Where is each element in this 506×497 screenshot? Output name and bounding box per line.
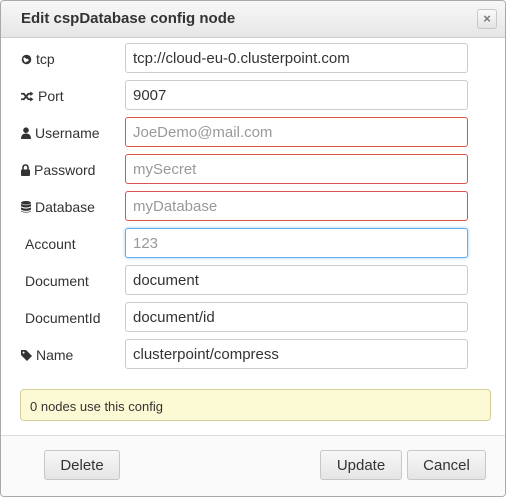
database-icon: [21, 201, 31, 213]
cancel-button[interactable]: Cancel: [407, 450, 486, 480]
close-button[interactable]: ×: [477, 9, 497, 29]
globe-icon: [21, 54, 32, 64]
field-label-port: Port: [21, 88, 64, 104]
field-label-port-text: Port: [38, 88, 64, 104]
database-input[interactable]: [125, 191, 468, 221]
field-label-username-text: Username: [35, 125, 100, 141]
field-label-database: Database: [21, 199, 95, 215]
field-label-account-text: Account: [25, 236, 76, 252]
password-input[interactable]: [125, 154, 468, 184]
account-input[interactable]: [125, 228, 468, 258]
form-row-username: Username: [1, 117, 505, 149]
form-row-tcp: tcp: [1, 43, 505, 75]
form-row-database: Database: [1, 191, 505, 223]
field-label-account: Account: [25, 236, 76, 252]
dialog-footer: Delete Update Cancel: [1, 435, 505, 496]
field-label-database-text: Database: [35, 199, 95, 215]
port-input[interactable]: [125, 80, 468, 110]
form-row-name: Name: [1, 339, 505, 371]
user-icon: [21, 127, 31, 139]
update-button[interactable]: Update: [320, 450, 402, 480]
close-icon: ×: [483, 11, 491, 26]
form-row-password: Password: [1, 154, 505, 186]
field-label-document-text: Document: [25, 273, 89, 289]
name-input[interactable]: [125, 339, 468, 369]
username-input[interactable]: [125, 117, 468, 147]
field-label-document: Document: [25, 273, 89, 289]
lock-icon: [21, 164, 30, 176]
config-dialog: Edit cspDatabase config node × tcp Port: [0, 0, 506, 497]
field-label-name: Name: [21, 347, 73, 363]
delete-button[interactable]: Delete: [44, 450, 120, 480]
documentid-input[interactable]: [125, 302, 468, 332]
config-usage-info: 0 nodes use this config: [20, 389, 491, 421]
field-label-password-text: Password: [34, 162, 96, 178]
field-label-tcp-text: tcp: [36, 51, 55, 67]
config-usage-text: 0 nodes use this config: [30, 399, 163, 414]
field-label-tcp: tcp: [21, 51, 55, 67]
tag-icon: [21, 349, 32, 361]
form-row-documentid: DocumentId: [1, 302, 505, 334]
field-label-documentid-text: DocumentId: [25, 310, 101, 326]
form-row-port: Port: [1, 80, 505, 112]
field-label-password: Password: [21, 162, 95, 178]
field-label-username: Username: [21, 125, 100, 141]
field-label-name-text: Name: [36, 347, 74, 363]
form-row-document: Document: [1, 265, 505, 297]
dialog-titlebar[interactable]: Edit cspDatabase config node ×: [1, 1, 505, 38]
random-icon: [21, 90, 34, 102]
document-input[interactable]: [125, 265, 468, 295]
field-label-documentid: DocumentId: [25, 310, 100, 326]
form-row-account: Account: [1, 228, 505, 260]
dialog-title: Edit cspDatabase config node: [21, 10, 236, 27]
tcp-input[interactable]: [125, 43, 468, 73]
